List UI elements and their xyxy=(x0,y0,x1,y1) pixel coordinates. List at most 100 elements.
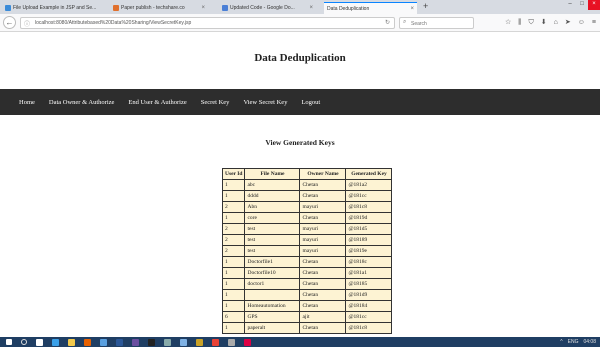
library-icon[interactable]: ⫼ xyxy=(518,17,521,28)
search-box[interactable]: ⌕ xyxy=(399,17,474,29)
tool-icon[interactable] xyxy=(244,338,251,346)
browser-tab-3[interactable]: Data Deduplication × xyxy=(324,2,417,14)
cell-owner-name: mayuri xyxy=(299,245,347,257)
store-icon[interactable] xyxy=(100,338,107,346)
url-text[interactable]: localhost:8080/Attributebased%20Data%20S… xyxy=(35,20,191,26)
menu-end-user-authorize[interactable]: End User & Authorize xyxy=(128,99,186,106)
header-owner-name: Owner Name xyxy=(299,168,347,180)
chrome-icon[interactable] xyxy=(212,338,219,346)
menu-icon[interactable]: ≡ xyxy=(592,17,596,28)
reload-icon[interactable]: ↻ xyxy=(385,19,390,26)
cell-owner-name: Chetan xyxy=(299,267,347,279)
toolbar-icons: ☆ ⫼ ⛉ ⬇ ⌂ ➤ ☺ ≡ xyxy=(505,17,596,28)
cell-user-id: 1 xyxy=(221,289,246,301)
menu-view-secret-key[interactable]: View Secret Key xyxy=(243,99,287,106)
search-input[interactable] xyxy=(411,19,471,28)
tray-expand-icon[interactable]: ^ xyxy=(560,338,562,346)
cortana-icon[interactable] xyxy=(36,338,43,346)
tab-close-icon[interactable]: × xyxy=(410,6,414,12)
search-icon[interactable] xyxy=(21,339,27,345)
photos-icon[interactable] xyxy=(180,338,187,346)
cell-owner-name: mayuri xyxy=(299,201,347,213)
cell-user-id: 1 xyxy=(221,179,246,191)
taskbar: ^ ENG 04:08 xyxy=(0,337,600,347)
cell-generated-key: @1819d xyxy=(345,212,393,224)
language-indicator[interactable]: ENG xyxy=(568,338,579,346)
cell-owner-name: Chetan xyxy=(299,179,347,191)
section-title: View Generated Keys xyxy=(265,138,335,147)
download-icon[interactable]: ⬇ xyxy=(541,17,547,28)
browser-tab-0[interactable]: File Upload Example in JSP and Se... × xyxy=(2,2,98,14)
cell-generated-key: @1819e xyxy=(345,245,393,257)
back-icon[interactable]: ← xyxy=(3,16,16,29)
terminal-icon[interactable] xyxy=(148,338,155,346)
cell-generated-key: @1818c xyxy=(345,256,393,268)
app-icon[interactable] xyxy=(196,338,203,346)
table-row: 2 test mayuri @181d5 xyxy=(221,223,393,235)
settings-icon[interactable] xyxy=(164,338,171,346)
cell-file-name: core xyxy=(244,212,301,224)
header-generated-key: Generated Key xyxy=(345,168,393,180)
cell-user-id: 2 xyxy=(221,245,246,257)
main-menu: Home Data Owner & Authorize End User & A… xyxy=(0,89,600,115)
cell-generated-key: @181a2 xyxy=(345,179,393,191)
cell-owner-name: mayuri xyxy=(299,234,347,246)
star-icon[interactable]: ☆ xyxy=(505,17,511,28)
new-tab-icon[interactable]: + xyxy=(423,1,428,11)
edge-icon[interactable] xyxy=(52,338,59,346)
table-row: 1 Homeautomation Chetan @18184 xyxy=(221,300,393,312)
shield-icon[interactable]: ⛉ xyxy=(529,17,534,28)
clock[interactable]: 04:08 xyxy=(583,338,596,346)
tab-label: Data Deduplication xyxy=(327,5,370,12)
cell-file-name xyxy=(244,289,301,301)
cell-user-id: 1 xyxy=(221,300,246,312)
tab-close-icon[interactable]: × xyxy=(201,5,205,11)
smiley-icon[interactable]: ☺ xyxy=(578,17,585,28)
maximize-icon[interactable]: □ xyxy=(576,0,588,10)
cell-owner-name: mayuri xyxy=(299,223,347,235)
generated-keys-table: User Id File Name Owner Name Generated K… xyxy=(221,168,393,334)
paint-icon[interactable] xyxy=(228,338,235,346)
address-bar[interactable]: ⓘ localhost:8080/Attributebased%20Data%2… xyxy=(20,17,395,29)
cell-file-name: test xyxy=(244,245,301,257)
table-row: 2 Abn mayuri @181c8 xyxy=(221,201,393,213)
window-close-icon[interactable]: × xyxy=(588,0,600,10)
cell-generated-key: @181d9 xyxy=(345,289,393,301)
minimize-icon[interactable]: – xyxy=(564,0,576,10)
home-icon[interactable]: ⌂ xyxy=(554,17,558,28)
cell-user-id: 2 xyxy=(221,223,246,235)
table-row: 1 Doctorfile1 Chetan @1818c xyxy=(221,256,393,268)
info-icon[interactable]: ⓘ xyxy=(24,19,30,28)
cell-file-name: Abn xyxy=(244,201,301,213)
tab-label: Updated Code - Google Do... xyxy=(230,5,295,11)
word-icon[interactable] xyxy=(116,338,123,346)
cell-file-name: Homeautomation xyxy=(244,300,301,312)
cell-generated-key: @181cc xyxy=(345,311,393,323)
menu-home[interactable]: Home xyxy=(19,99,35,106)
cell-generated-key: @18185 xyxy=(345,278,393,290)
cell-user-id: 2 xyxy=(221,201,246,213)
browser-tab-1[interactable]: Paper publish - techshare.co × xyxy=(110,2,208,14)
tab-label: File Upload Example in JSP and Se... xyxy=(13,5,97,11)
cell-generated-key: @181c8 xyxy=(345,322,393,334)
menu-logout[interactable]: Logout xyxy=(301,99,320,106)
firefox-icon[interactable] xyxy=(84,338,91,346)
eclipse-icon[interactable] xyxy=(132,338,139,346)
tab-close-icon[interactable]: × xyxy=(309,5,313,11)
cell-file-name: GPS xyxy=(244,311,301,323)
explorer-icon[interactable] xyxy=(68,338,75,346)
menu-secret-key[interactable]: Secret Key xyxy=(201,99,230,106)
cell-user-id: 6 xyxy=(221,311,246,323)
search-icon: ⌕ xyxy=(403,19,407,25)
cell-user-id: 1 xyxy=(221,256,246,268)
cell-file-name: Doctorfile10 xyxy=(244,267,301,279)
cell-generated-key: @18189 xyxy=(345,234,393,246)
table-row: 1 core Chetan @1819d xyxy=(221,212,393,224)
start-icon[interactable] xyxy=(6,339,12,345)
header-file-name: File Name xyxy=(244,168,301,180)
cell-user-id: 2 xyxy=(221,234,246,246)
menu-data-owner-authorize[interactable]: Data Owner & Authorize xyxy=(49,99,115,106)
browser-tab-2[interactable]: Updated Code - Google Do... × xyxy=(219,2,316,14)
send-icon[interactable]: ➤ xyxy=(565,17,571,28)
cell-generated-key: @18184 xyxy=(345,300,393,312)
